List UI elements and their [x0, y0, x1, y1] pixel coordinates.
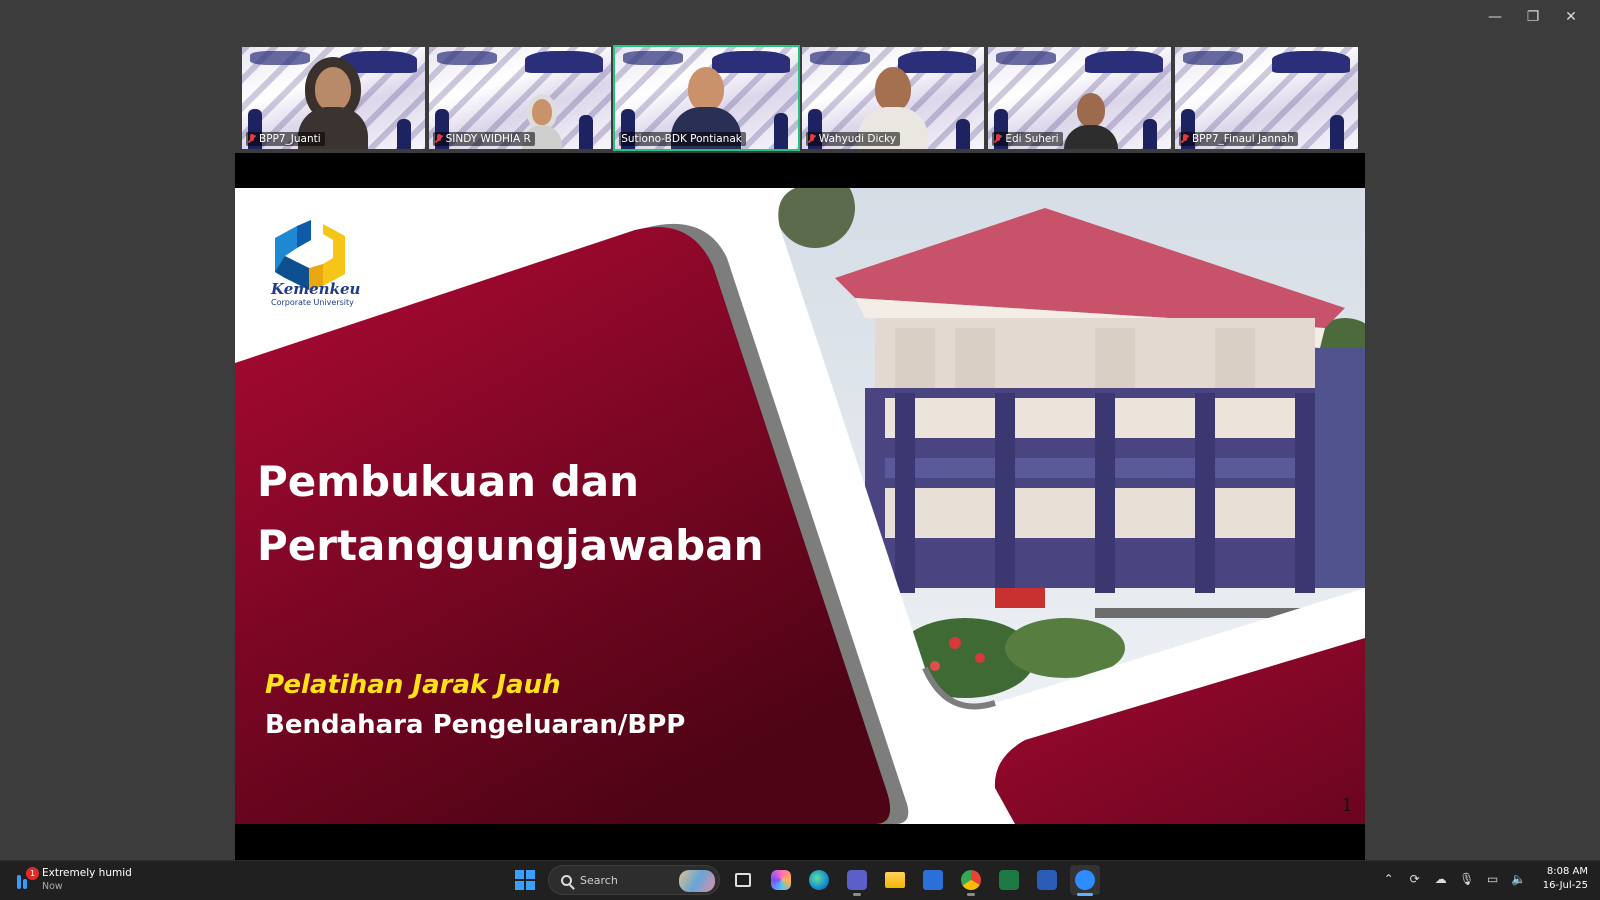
presentation-slide: Kemenkeu Corporate University Pembukuan …: [235, 188, 1365, 824]
store-icon: [923, 870, 943, 890]
participant-tile[interactable]: Wahyudi Dicky: [800, 45, 987, 151]
participant-name: SINDY WIDHIA R: [445, 133, 531, 145]
minimize-button[interactable]: —: [1476, 6, 1514, 28]
search-icon: [561, 874, 572, 886]
clock[interactable]: 8:08 AM 16-Jul-25: [1543, 865, 1588, 893]
microsoft-store-button[interactable]: [918, 865, 948, 895]
window-controls: — ❐ ✕: [1476, 6, 1590, 28]
slide-subtitle: Bendahara Pengeluaran/BPP: [265, 710, 686, 740]
start-button[interactable]: [510, 865, 540, 895]
mic-muted-icon: [248, 133, 256, 145]
teams-button[interactable]: [842, 865, 872, 896]
slide-title-line2: Pertanggungjawaban: [257, 521, 764, 570]
slide-title: Pembukuan dan Pertanggungjawaban: [257, 450, 763, 578]
edge-button[interactable]: [804, 865, 834, 895]
screen-share-area: Kemenkeu Corporate University Pembukuan …: [235, 153, 1365, 861]
copilot-icon: [771, 870, 791, 890]
cloud-offline-icon[interactable]: ☁: [1433, 871, 1449, 887]
copilot-button[interactable]: [766, 865, 796, 895]
chrome-button[interactable]: [956, 865, 986, 896]
logo-subtext: Corporate University: [271, 298, 354, 307]
windows-taskbar: 1 Extremely humid Now Search ⌃ ⟳ ☁ 🎙 ▭ 🔈…: [0, 860, 1600, 900]
volume-icon[interactable]: 🔈: [1511, 871, 1527, 887]
windows-logo-icon: [515, 870, 535, 890]
zoom-icon: [1075, 870, 1095, 890]
zoom-button[interactable]: [1070, 865, 1100, 896]
taskbar-apps: Search: [510, 865, 1100, 896]
system-tray: ⌃ ⟳ ☁ 🎙 ▭ 🔈 8:08 AM 16-Jul-25: [1381, 865, 1588, 893]
mic-muted-icon: [994, 133, 1002, 145]
participant-tile[interactable]: Edi Suheri: [986, 45, 1173, 151]
participant-name: Sutiono-BDK Pontianak: [621, 133, 742, 145]
notification-badge: 1: [26, 867, 39, 880]
participant-name-label: BPP7_Finaul Jannah: [1178, 132, 1298, 146]
taskbar-search[interactable]: Search: [548, 865, 720, 895]
clock-date: 16-Jul-25: [1542, 880, 1588, 891]
slide-title-line1: Pembukuan dan: [257, 457, 639, 506]
microphone-icon[interactable]: 🎙: [1459, 871, 1475, 887]
search-placeholder: Search: [580, 873, 618, 887]
weather-text: Extremely humid: [42, 867, 132, 879]
network-icon[interactable]: ▭: [1485, 871, 1501, 887]
participant-name: BPP7_Finaul Jannah: [1191, 133, 1294, 145]
excel-button[interactable]: [994, 865, 1024, 895]
participant-name-label: Sutiono-BDK Pontianak: [619, 132, 746, 146]
mic-muted-icon: [1181, 133, 1189, 145]
participant-name-label: BPP7_Juanti: [246, 132, 325, 146]
weather-subtext: Now: [42, 881, 63, 892]
participant-video: [1063, 85, 1118, 149]
logo-text: Kemenkeu: [271, 280, 361, 298]
mic-muted-icon: [435, 133, 443, 145]
task-view-icon: [735, 873, 751, 887]
participant-strip: BPP7_Juanti SINDY WIDHIA R Sutiono-BDK P…: [240, 45, 1360, 151]
folder-icon: [885, 872, 905, 888]
participant-name-label: SINDY WIDHIA R: [432, 132, 535, 146]
participant-tile-active-speaker[interactable]: Sutiono-BDK Pontianak: [613, 45, 800, 151]
excel-icon: [999, 870, 1019, 890]
restore-button[interactable]: ❐: [1514, 6, 1552, 28]
participant-name: Wahyudi Dicky: [818, 133, 897, 145]
participant-name-label: Wahyudi Dicky: [805, 132, 901, 146]
chrome-icon: [961, 870, 981, 890]
slide-page-number: 1: [1341, 795, 1353, 816]
slide-subtitle-yellow: Pelatihan Jarak Jauh: [265, 670, 561, 700]
clock-time: 8:08 AM: [1546, 866, 1588, 877]
participant-name: BPP7_Juanti: [259, 133, 321, 145]
word-button[interactable]: [1032, 865, 1062, 895]
weather-icon: 1: [14, 867, 39, 891]
participant-tile[interactable]: BPP7_Finaul Jannah: [1173, 45, 1360, 151]
file-explorer-button[interactable]: [880, 865, 910, 895]
word-icon: [1037, 870, 1057, 890]
participant-name: Edi Suheri: [1005, 133, 1059, 145]
search-highlight-icon: [679, 870, 715, 892]
mic-muted-icon: [808, 133, 816, 145]
participant-name-label: Edi Suheri: [992, 132, 1063, 146]
edge-icon: [809, 870, 829, 890]
close-button[interactable]: ✕: [1552, 6, 1590, 28]
participant-tile[interactable]: BPP7_Juanti: [240, 45, 427, 151]
weather-widget[interactable]: 1 Extremely humid Now: [14, 867, 132, 893]
teams-icon: [847, 870, 867, 890]
show-hidden-icons-chevron-up-icon[interactable]: ⌃: [1381, 871, 1397, 887]
participant-tile[interactable]: SINDY WIDHIA R: [427, 45, 614, 151]
sync-icon[interactable]: ⟳: [1407, 871, 1423, 887]
task-view-button[interactable]: [728, 865, 758, 895]
